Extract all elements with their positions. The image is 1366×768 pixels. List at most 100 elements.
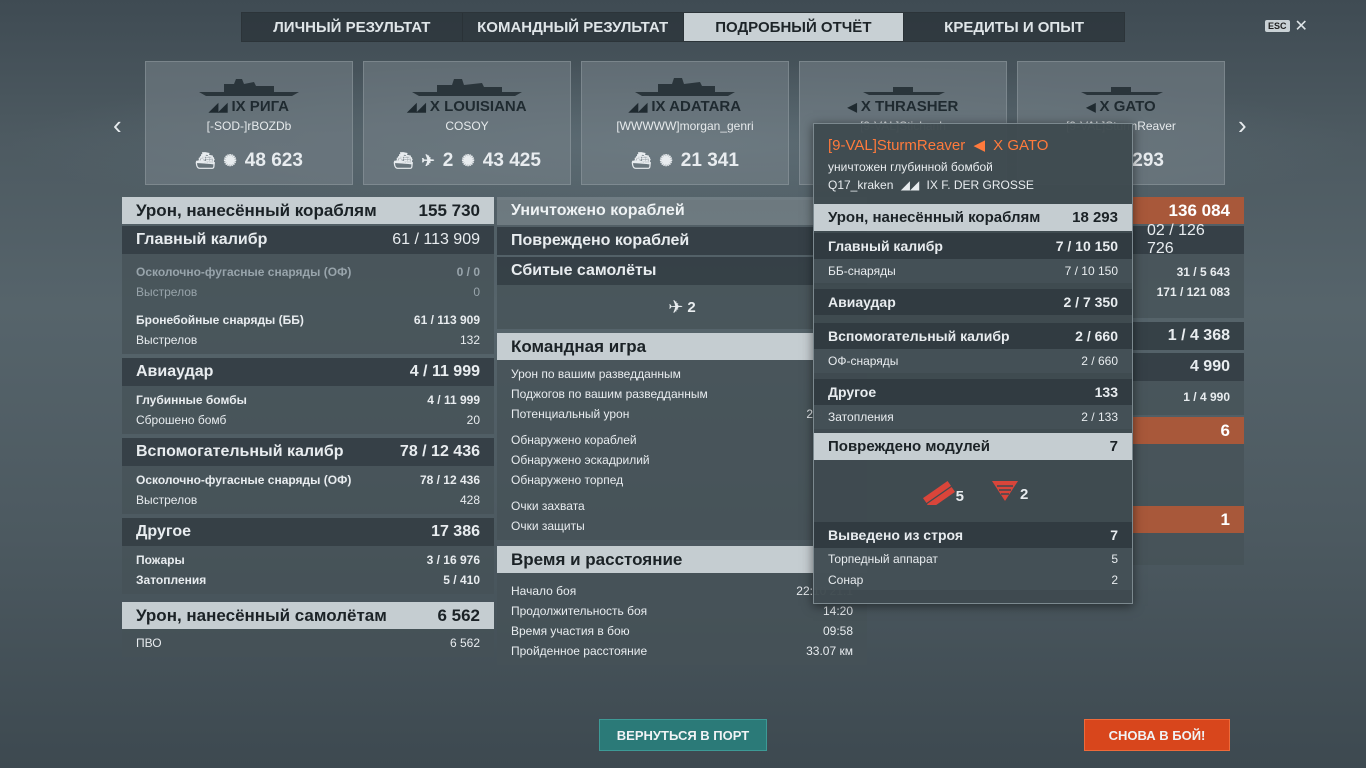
torpedo-tube-icon: [922, 480, 955, 505]
ship-card[interactable]: ◢◢ X LOUISIANA COSOY ⛴ ✈ 2 ✺ 43 425: [363, 61, 571, 185]
ship-name: IX ADATARA: [651, 98, 742, 115]
ship-player: [WWWWW]morgan_genri: [616, 119, 754, 133]
stat-label: Затопления: [828, 410, 894, 424]
stat-value: 1: [1220, 509, 1230, 529]
module-count: 2: [1020, 486, 1029, 503]
stat-value: 0 / 0: [456, 265, 480, 279]
stat-label: Затопления: [136, 573, 207, 587]
stat-label: Урон по вашим разведданным: [511, 367, 681, 381]
ship-damage: 43 425: [482, 150, 541, 171]
ship-name: IX РИГА: [231, 98, 289, 115]
stat-value: 78 / 12 436: [419, 473, 480, 487]
ship-silhouette-icon: [863, 87, 945, 95]
stat-value: 02 / 126 726: [1147, 222, 1205, 257]
stat-label: Авиаудар: [136, 363, 214, 380]
stat-value: 2 / 133: [1081, 410, 1118, 424]
tab-detailed[interactable]: ПОДРОБНЫЙ ОТЧЁТ: [683, 13, 905, 41]
ship-planes: 2: [442, 150, 454, 171]
time-distance-title: Время и расстояние: [511, 549, 683, 569]
stat-value: 2 / 7 350: [1063, 294, 1119, 310]
stat-label: Осколочно-фугасные снаряды (ОФ): [136, 265, 352, 279]
return-to-port-button[interactable]: ВЕРНУТЬСЯ В ПОРТ: [599, 719, 767, 751]
battleship-class-icon: ◢◢: [628, 100, 648, 114]
stat-value: 09:58: [822, 624, 853, 638]
tab-team[interactable]: КОМАНДНЫЙ РЕЗУЛЬТАТ: [463, 13, 684, 41]
ship-name: X THRASHER: [860, 98, 959, 115]
stat-label: Сброшено бомб: [136, 413, 227, 427]
stat-value: 5 / 410: [443, 573, 480, 587]
middle-stats-panel: Уничтожено кораблей Повреждено кораблей …: [497, 197, 867, 665]
close-control[interactable]: ESC ✕: [1265, 16, 1308, 36]
stat-value: 1 / 4 990: [1183, 390, 1230, 404]
stat-value: 7: [1110, 527, 1118, 543]
sunk-ship-icon: ⛴: [195, 153, 216, 170]
chevron-right-icon[interactable]: ›: [1238, 110, 1247, 141]
stat-value: 4 / 11 999: [409, 363, 480, 380]
stat-value: 6 562: [449, 636, 480, 650]
stat-label: ББ-снаряды: [828, 264, 896, 278]
stat-value: 133: [1094, 384, 1118, 400]
shot-planes-count: 2: [687, 298, 696, 316]
ship-tooltip: [9-VAL]SturmReaver ◀ X GATO уничтожен гл…: [813, 123, 1133, 604]
stat-label: Время участия в бою: [511, 624, 630, 638]
tab-bar: ЛИЧНЫЙ РЕЗУЛЬТАТ КОМАНДНЫЙ РЕЗУЛЬТАТ ПОД…: [241, 12, 1125, 42]
ship-damage: 21 341: [680, 150, 739, 171]
stat-label: Осколочно-фугасные снаряды (ОФ): [136, 473, 352, 487]
stat-value: 33.07 км: [806, 644, 853, 658]
module-count: 5: [955, 488, 964, 505]
stat-value: 136 084: [1168, 200, 1230, 220]
stat-value: 6: [1220, 420, 1230, 440]
stat-label: Урон, нанесённый кораблям: [828, 209, 1041, 226]
battleship-class-icon: ◢◢: [900, 178, 920, 192]
stat-value: 61 / 113 909: [413, 313, 480, 327]
ship-card[interactable]: ◢◢ IX РИГА [-SOD-]rBOZDb ⛴ ✺ 48 623: [145, 61, 353, 185]
tab-credits[interactable]: КРЕДИТЫ И ОПЫТ: [904, 13, 1124, 41]
stat-value: 171 / 121 083: [1156, 285, 1230, 299]
stat-value: 5: [1111, 551, 1118, 566]
submarine-class-icon: ◀: [1086, 100, 1096, 114]
plane-shot-icon: ✈: [421, 153, 435, 170]
stat-label: Обнаружено эскадрилий: [511, 453, 650, 467]
stat-value: 4 / 11 999: [427, 393, 480, 407]
chevron-left-icon[interactable]: ‹: [113, 110, 122, 141]
stat-label: Обнаружено торпед: [511, 473, 624, 487]
tab-personal[interactable]: ЛИЧНЫЙ РЕЗУЛЬТАТ: [242, 13, 463, 41]
stat-value: 14:20: [822, 604, 853, 618]
stat-label: Глубинные бомбы: [136, 393, 247, 407]
stat-label: Пожары: [136, 553, 185, 567]
stat-value: 7: [1109, 438, 1118, 455]
stat-label: Очки защиты: [511, 519, 585, 533]
sunk-ship-icon: ⛴: [393, 153, 414, 170]
stat-label: Другое: [828, 384, 877, 400]
stat-label: Очки захвата: [511, 499, 585, 513]
tooltip-by-ship: IX F. DER GROSSE: [926, 178, 1034, 192]
stat-label: ПВО: [136, 636, 162, 650]
stat-value: 155 730: [418, 200, 480, 220]
stat-value: 132: [459, 333, 480, 347]
destroyed-label: Уничтожено кораблей: [511, 202, 685, 219]
close-icon[interactable]: ✕: [1295, 16, 1308, 36]
stat-label: Авиаудар: [828, 294, 896, 310]
right-stats-panel: 136 084 02 / 126 726 31 / 5 643 171 / 12…: [1133, 197, 1244, 565]
battleship-class-icon: ◢◢: [209, 100, 228, 114]
stat-value: 4 990: [1189, 358, 1230, 375]
stat-label: Повреждено модулей: [828, 438, 990, 455]
submarine-class-icon: ◀: [847, 100, 857, 114]
stat-label: Другое: [136, 523, 191, 540]
stat-value: 18 293: [1072, 209, 1118, 226]
battle-again-button[interactable]: СНОВА В БОЙ!: [1084, 719, 1230, 751]
stat-value: 7 / 10 150: [1055, 238, 1118, 254]
stat-label: Обнаружено кораблей: [511, 433, 637, 447]
tooltip-player: [9-VAL]SturmReaver: [828, 137, 966, 154]
stat-value: 3 / 16 976: [426, 553, 480, 567]
stat-label: Бронебойные снаряды (ББ): [136, 313, 304, 327]
stat-label: Выстрелов: [136, 333, 198, 347]
stat-label: Вспомогательный калибр: [136, 443, 344, 460]
stat-label: Поджогов по вашим разведданным: [511, 387, 708, 401]
stat-label: Урон, нанесённый самолётам: [136, 605, 387, 625]
stat-label: Потенциальный урон: [511, 407, 630, 421]
team-play-title: Командная игра: [511, 336, 647, 356]
plane-shot-icon: ✈: [668, 296, 684, 317]
ship-card[interactable]: ◢◢ IX ADATARA [WWWWW]morgan_genri ⛴ ✺ 21 …: [581, 61, 789, 185]
tooltip-ship: X GATO: [993, 137, 1049, 154]
